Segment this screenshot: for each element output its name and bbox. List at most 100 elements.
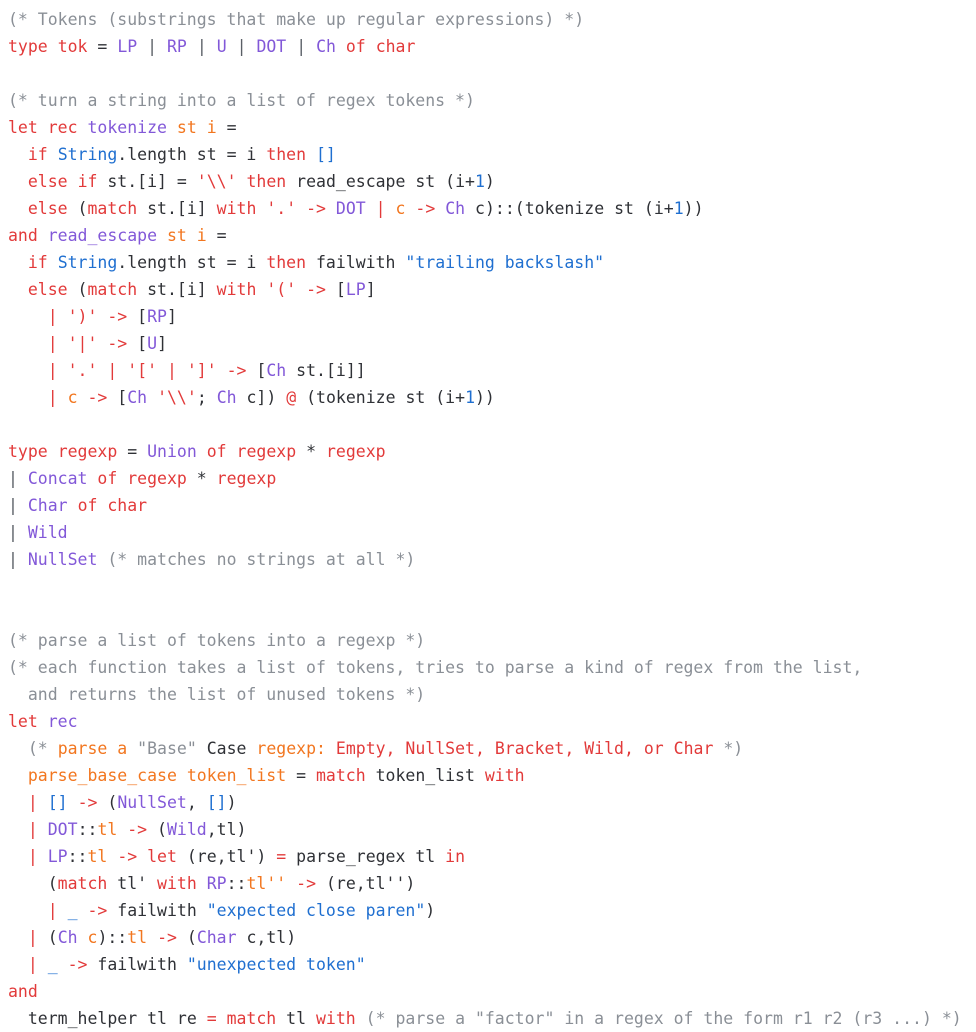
token-def: = [87,37,118,56]
token-def: :: [226,874,247,893]
token-kw: then [266,253,307,272]
token-def [326,199,336,218]
token-def: )) [475,388,495,407]
token-def [8,388,48,407]
token-ctor: Ch [57,928,78,947]
token-mod: _ [47,955,58,974]
token-def [38,226,48,245]
token-mod: [] [206,793,227,812]
token-kw: match [87,199,138,218]
token-pipe: | [236,37,247,56]
token-def [8,928,28,947]
token-kw: if [27,145,48,164]
token-def: failwith [107,901,207,920]
token-par: parse_base_case [27,766,177,785]
token-def: read_escape st (i+ [286,172,475,191]
code-line-32: | LP::tl -> let (re,tl') = parse_regex t… [8,843,976,870]
code-line-28: (* parse a "Base" Case regexp: Empty, Nu… [8,735,976,762]
token-def [8,901,48,920]
token-def: failwith [306,253,406,272]
code-line-30: | [] -> (NullSet, []) [8,789,976,816]
token-def: * [196,469,207,488]
token-def [8,145,28,164]
token-def [8,793,28,812]
token-kw: tok [57,37,88,56]
token-def [296,199,306,218]
token-kw: and [8,982,38,1001]
token-def [18,469,28,488]
token-com: (* matches no strings at all *) [107,550,416,569]
token-com: and returns the list of unused tokens *) [8,685,426,704]
token-kw: of [97,469,118,488]
token-par: st [176,118,197,137]
token-def [78,928,88,947]
token-def [386,199,396,218]
token-def [197,874,207,893]
token-mod: String [57,253,118,272]
token-def: = [206,226,227,245]
token-kw: -> [415,199,436,218]
token-kw: with [216,280,257,299]
token-ctor: Wild [27,523,68,542]
token-par: st [166,226,187,245]
token-pipr: | [27,928,38,947]
token-def [187,469,197,488]
token-kw: if [77,172,98,191]
token-def [8,739,28,758]
token-kw: Empty, NullSet, Bracket, Wild, or Char [335,739,714,758]
token-def [286,37,296,56]
token-def: st.[i]] [286,361,366,380]
token-str: "expected close paren" [206,901,426,920]
token-def: .length st = i [117,253,267,272]
token-def [207,469,217,488]
code-line-15: | c -> [Ch '\\'; Ch c]) @ (tokenize st (… [8,384,976,411]
token-par: tl'' [246,874,287,893]
token-def [117,820,127,839]
code-line-4: (* turn a string into a list of regex to… [8,87,976,114]
token-kw: char [375,37,416,56]
token-def [306,145,316,164]
token-mod: [] [316,145,336,164]
token-def [87,469,97,488]
code-editor-content[interactable]: (* Tokens (substrings that make up regul… [0,0,976,1032]
token-def [58,361,68,380]
code-line-13: | '|' -> [U] [8,330,976,357]
token-ctor: tokenize [87,118,167,137]
code-line-5: let rec tokenize st i = [8,114,976,141]
token-kw: -> [107,307,128,326]
code-line-18: | Concat of regexp * regexp [8,465,976,492]
token-def [58,334,68,353]
token-pipe: | [8,469,18,488]
token-kw: if [27,253,48,272]
token-ctor: U [147,334,158,353]
token-def [48,37,58,56]
token-kw: else [27,280,68,299]
token-ctor: Char [27,496,68,515]
code-line-8: else (match st.[i] with '.' -> DOT | c -… [8,195,976,222]
code-line-38: term_helper tl re = match tl with (* par… [8,1005,976,1032]
token-def: = [216,118,237,137]
token-def [8,334,48,353]
token-def [167,118,177,137]
code-line-12: | ')' -> [RP] [8,303,976,330]
token-def [58,388,68,407]
token-def: token_list [365,766,485,785]
token-def [58,955,68,974]
token-def [8,199,28,218]
code-line-14: | '.' | '[' | ']' -> [Ch st.[i]] [8,357,976,384]
token-pipe: | [8,550,18,569]
token-kw: '\\' [196,172,237,191]
token-def [316,442,326,461]
token-kw: rec [47,118,78,137]
token-def: [ [107,388,128,407]
token-ctor: RP [206,874,227,893]
token-kw: -> [87,388,108,407]
token-kw: type [8,37,48,56]
token-kw: regexp [236,442,297,461]
token-pipe: | [296,37,307,56]
token-def [97,496,107,515]
token-kw: match [226,1009,277,1028]
